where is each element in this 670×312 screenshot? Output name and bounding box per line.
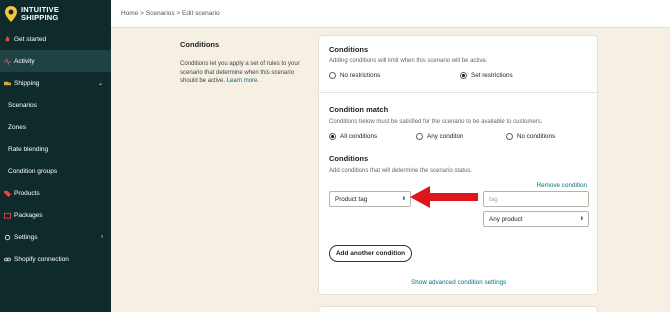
sidebar-item-shipping[interactable]: Shipping ⌄ — [0, 72, 111, 94]
breadcrumb[interactable]: Home > Scenarios > Edit scenario — [121, 10, 220, 17]
link-icon — [4, 256, 11, 263]
sidebar-item-label: Shipping — [14, 79, 40, 87]
rocket-icon — [4, 35, 11, 43]
sidebar-item-label: Zones — [8, 123, 27, 131]
condition-match-title: Condition match — [329, 105, 389, 114]
sidebar-item-shopify-connection[interactable]: Shopify connection — [0, 248, 111, 270]
divider — [319, 92, 597, 93]
sidebar-item-get-started[interactable]: Get started — [0, 28, 111, 50]
select-value: Any product — [489, 215, 523, 223]
advanced-settings-link[interactable]: Show advanced condition settings — [411, 279, 506, 286]
sidebar-item-label: Products — [14, 189, 40, 197]
chevron-updown-icon: ⬍ — [579, 216, 584, 222]
radio-label: All conditions — [340, 133, 378, 140]
description-title: Conditions — [180, 40, 220, 49]
radio-button[interactable] — [329, 133, 336, 140]
radio-no-conditions[interactable]: No conditions — [506, 133, 555, 140]
sidebar-item-label: Packages — [14, 211, 43, 219]
chevron-right-icon: › — [101, 234, 103, 240]
conditions-description: Conditions Conditions let you apply a se… — [180, 40, 305, 86]
radio-any-condition[interactable]: Any conditon — [416, 133, 463, 140]
add-condition-button[interactable]: Add another condition — [329, 245, 412, 262]
radio-button[interactable] — [506, 133, 513, 140]
sidebar-item-label: Get started — [14, 35, 47, 43]
radio-all-conditions[interactable]: All conditions — [329, 133, 377, 140]
sidebar-item-zones[interactable]: Zones — [0, 116, 111, 138]
sidebar-item-label: Activity — [14, 57, 35, 65]
radio-label: No conditions — [517, 133, 556, 140]
radio-button[interactable] — [416, 133, 423, 140]
radio-label: Set restrictions — [471, 72, 513, 79]
radio-button[interactable] — [460, 72, 467, 79]
sidebar-item-label: Settings — [14, 233, 38, 241]
radio-set-restrictions[interactable]: Set restrictions — [460, 72, 513, 79]
remove-condition-link[interactable]: Remove condition — [537, 182, 587, 189]
annotation-arrow — [410, 186, 478, 208]
brand-line2: SHIPPING — [21, 13, 59, 22]
condition-type-select[interactable]: Product tag ⬍ — [329, 191, 411, 207]
tag-icon — [4, 190, 11, 197]
conditions-list-subtitle: Add conditions that will determine the s… — [329, 168, 473, 174]
sidebar-item-activity[interactable]: Activity — [0, 50, 111, 72]
conditions-title: Conditions — [329, 45, 369, 54]
radio-no-restrictions[interactable]: No restrictions — [329, 72, 380, 79]
sidebar: INTUITIVE SHIPPING Get started Activity … — [0, 0, 111, 312]
radio-label: Any conditon — [427, 133, 464, 140]
select-value: Product tag — [335, 195, 368, 203]
condition-match-subtitle: Conditions below must be satisfied for t… — [329, 119, 543, 125]
next-card — [318, 306, 598, 312]
sidebar-item-rate-blending[interactable]: Rate blending — [0, 138, 111, 160]
top-bar: Home > Scenarios > Edit scenario — [111, 0, 670, 28]
conditions-card: Conditions Adding conditions will limit … — [318, 35, 598, 295]
sidebar-item-label: Scenarios — [8, 101, 37, 109]
product-scope-select[interactable]: Any product ⬍ — [483, 211, 589, 227]
brand-logo[interactable]: INTUITIVE SHIPPING — [0, 0, 111, 28]
conditions-subtitle: Adding conditions will limit when this s… — [329, 58, 488, 64]
sidebar-item-settings[interactable]: Settings › — [0, 226, 111, 248]
learn-more-link[interactable]: Learn more. — [227, 78, 259, 84]
sidebar-item-scenarios[interactable]: Scenarios — [0, 94, 111, 116]
package-icon — [4, 212, 11, 219]
radio-button[interactable] — [329, 72, 336, 79]
input-placeholder: tag — [489, 195, 498, 203]
sidebar-item-condition-groups[interactable]: Condition groups — [0, 160, 111, 182]
conditions-list-title: Conditions — [329, 154, 369, 163]
sidebar-item-label: Condition groups — [8, 167, 58, 175]
activity-icon — [4, 57, 11, 65]
tag-input[interactable]: tag — [483, 191, 589, 207]
gear-icon — [4, 234, 11, 241]
radio-label: No restrictions — [340, 72, 381, 79]
sidebar-item-products[interactable]: Products — [0, 182, 111, 204]
chevron-updown-icon: ⬍ — [401, 196, 406, 202]
truck-icon — [4, 80, 11, 87]
sidebar-item-packages[interactable]: Packages — [0, 204, 111, 226]
location-pin-icon — [4, 5, 18, 23]
sidebar-item-label: Rate blending — [8, 145, 49, 153]
sidebar-item-label: Shopify connection — [14, 255, 69, 263]
chevron-down-icon: ⌄ — [97, 80, 103, 87]
